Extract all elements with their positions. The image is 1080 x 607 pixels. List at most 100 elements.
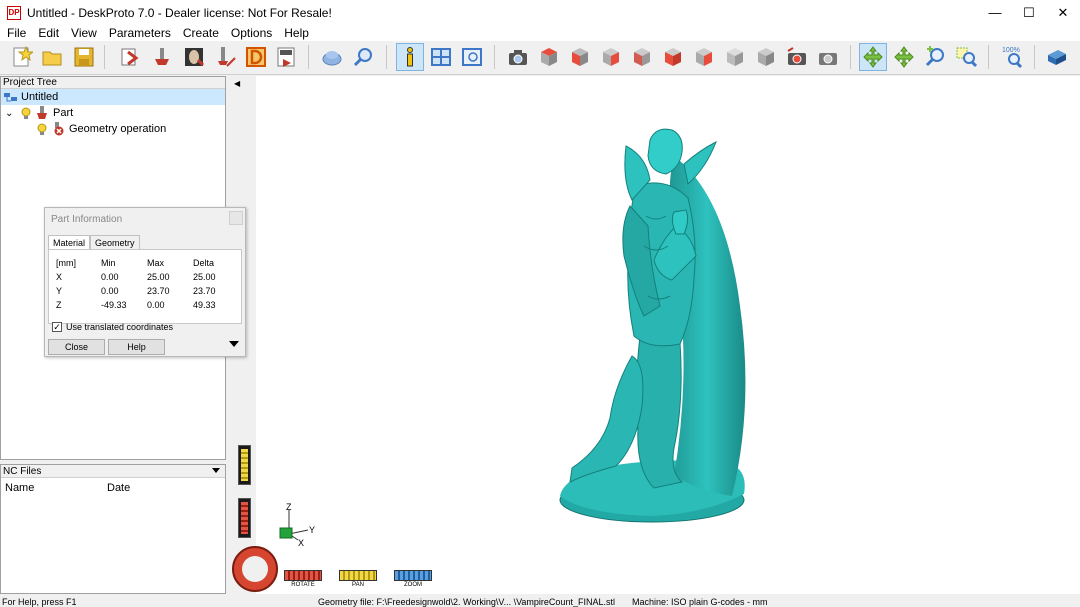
menu-file[interactable]: File [1, 25, 32, 41]
nc-files-columns: Name Date [1, 478, 225, 494]
row-y-label: Y [56, 286, 63, 296]
status-help: For Help, press F1 [2, 597, 77, 607]
close-button[interactable]: ✕ [1046, 0, 1080, 25]
dropdown-arrow-icon[interactable] [212, 468, 220, 473]
status-bar: For Help, press F1 Geometry file: F:\Fre… [0, 594, 1080, 607]
header-delta: Delta [193, 258, 215, 268]
camera-red-icon[interactable] [783, 43, 811, 71]
nc-files-header[interactable]: NC Files [1, 465, 225, 478]
view-left-cube-icon[interactable] [659, 43, 687, 71]
pan-arrows-icon[interactable] [890, 43, 918, 71]
tab-material[interactable]: Material [48, 235, 91, 250]
zoom-100-icon[interactable]: 100% [999, 43, 1027, 71]
menu-bar: File Edit View Parameters Create Options… [0, 25, 1080, 41]
view-plain-cube-icon[interactable] [752, 43, 780, 71]
yellow-thumbwheel[interactable] [238, 445, 251, 485]
window-title: Untitled - DeskProto 7.0 - Dealer licens… [27, 5, 332, 20]
tree-item-part[interactable]: ⌄ Part [1, 105, 73, 121]
part-icon [37, 106, 47, 119]
write-nc-file-icon[interactable] [272, 43, 300, 71]
preview-search-icon[interactable] [350, 43, 378, 71]
column-date[interactable]: Date [107, 482, 130, 494]
close-dialog-button[interactable]: Close [48, 339, 105, 355]
menu-edit[interactable]: Edit [32, 25, 65, 41]
view-front-cube-icon[interactable] [566, 43, 594, 71]
part-information-dialog: Part Information Material Geometry [mm] … [44, 207, 246, 357]
row-z-min: -49.33 [101, 300, 127, 310]
expand-chevron-icon[interactable]: ⌄ [5, 108, 17, 119]
camera-icon[interactable] [504, 43, 532, 71]
expand-arrow-icon[interactable] [229, 341, 239, 347]
operation-parameters-icon[interactable] [180, 43, 208, 71]
part-parameters-icon[interactable] [148, 43, 176, 71]
collapse-arrow-icon[interactable]: ◀ [234, 79, 240, 88]
help-book-icon[interactable] [1043, 43, 1071, 71]
menu-parameters[interactable]: Parameters [103, 25, 177, 41]
column-name[interactable]: Name [5, 482, 34, 494]
view-right-cube-icon[interactable] [597, 43, 625, 71]
dialog-title: Part Information [51, 214, 123, 225]
minimize-button[interactable]: — [978, 0, 1012, 25]
rotate-arrows-icon[interactable] [859, 43, 887, 71]
rotate-mode-label: ROTATE [291, 582, 315, 588]
tree-item-geometry-operation[interactable]: Geometry operation [1, 121, 166, 137]
menu-options[interactable]: Options [225, 25, 278, 41]
view-settings-icon[interactable] [458, 43, 486, 71]
row-z-max: 0.00 [147, 300, 165, 310]
view-back-cube-icon[interactable] [628, 43, 656, 71]
row-y-delta: 23.70 [193, 286, 216, 296]
machine-parameters-icon[interactable] [212, 43, 240, 71]
pan-mode-button[interactable]: PAN [339, 570, 377, 592]
red-thumbwheel[interactable] [238, 498, 251, 538]
new-project-icon[interactable] [8, 43, 36, 71]
row-z-delta: 49.33 [193, 300, 216, 310]
dimensions-table: [mm] Min Max Delta X 0.00 25.00 25.00 Y … [48, 249, 242, 324]
zoom-window-icon[interactable] [952, 43, 980, 71]
camera-gray-icon[interactable] [814, 43, 842, 71]
nc-files-pane: NC Files Name Date [0, 464, 226, 594]
open-folder-icon[interactable] [38, 43, 66, 71]
axis-y-label: Y [309, 525, 315, 535]
axis-z-label: Z [286, 502, 292, 512]
lightbulb-icon[interactable] [21, 107, 31, 119]
help-button[interactable]: Help [108, 339, 165, 355]
main-toolbar: 100% [0, 41, 1080, 75]
tree-item-label: Part [53, 107, 74, 119]
geometry-import-icon[interactable] [116, 43, 144, 71]
simulation-icon[interactable] [318, 43, 346, 71]
deskproto-app-icon[interactable]: DP [7, 5, 21, 20]
maximize-button[interactable]: ☐ [1012, 0, 1046, 25]
tree-item-untitled[interactable]: Untitled [1, 89, 225, 105]
translated-coordinates-checkbox[interactable]: ✓ [52, 322, 62, 332]
menu-help[interactable]: Help [278, 25, 315, 41]
row-x-delta: 25.00 [193, 272, 216, 282]
menu-create[interactable]: Create [177, 25, 225, 41]
zoom-in-icon[interactable] [921, 43, 949, 71]
row-x-max: 25.00 [147, 272, 170, 282]
view-top-cube-icon[interactable] [535, 43, 563, 71]
view-bottom-cube-icon[interactable] [690, 43, 718, 71]
axis-x-label: X [298, 538, 304, 548]
status-machine: Machine: ISO plain G-codes - mm [632, 597, 768, 607]
draw-operation-icon[interactable] [242, 43, 270, 71]
project-icon [4, 93, 17, 102]
layout-grid-icon[interactable] [427, 43, 455, 71]
dialog-close-icon[interactable] [229, 211, 243, 225]
translated-coordinates-option[interactable]: ✓ Use translated coordinates [52, 322, 173, 332]
svg-text:100%: 100% [1002, 47, 1020, 54]
rotate-mode-button[interactable]: ROTATE [284, 570, 322, 592]
checkbox-label: Use translated coordinates [66, 322, 174, 332]
rotate-dial[interactable] [232, 546, 278, 592]
save-icon[interactable] [70, 43, 98, 71]
status-geometry-file: Geometry file: F:\Freedesignwold\2. Work… [318, 597, 615, 607]
tab-geometry[interactable]: Geometry [90, 235, 140, 250]
vampire-count-model[interactable] [256, 76, 1080, 594]
operation-icon [54, 122, 64, 136]
3d-viewport[interactable]: Z Y X [256, 76, 1080, 594]
view-isometric-cube-icon[interactable] [721, 43, 749, 71]
info-icon[interactable] [396, 43, 424, 71]
tree-item-label: Untitled [21, 91, 59, 103]
lightbulb-icon[interactable] [37, 123, 47, 135]
zoom-mode-button[interactable]: ZOOM [394, 570, 432, 592]
menu-view[interactable]: View [65, 25, 103, 41]
